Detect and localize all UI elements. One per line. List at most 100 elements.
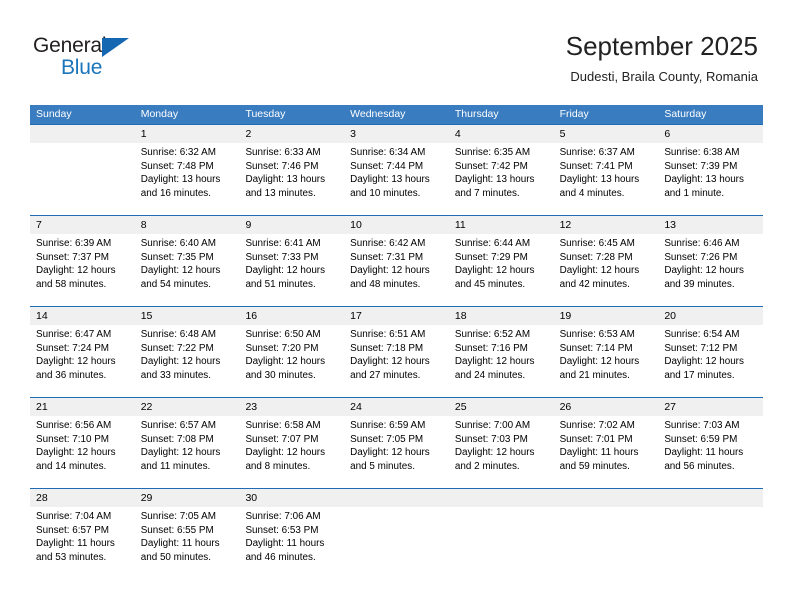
day-number[interactable]: 1 [135,125,240,143]
day-number[interactable]: 24 [344,398,449,416]
day-cell[interactable]: Sunrise: 6:51 AM Sunset: 7:18 PM Dayligh… [344,325,449,397]
week-date-numbers: 1 2 3 4 5 6 [30,125,763,143]
daylight-text-line1: Daylight: 11 hours [36,538,115,550]
day-cell[interactable]: Sunrise: 6:59 AM Sunset: 7:05 PM Dayligh… [344,416,449,488]
daylight-text-line2: and 56 minutes. [664,460,735,472]
day-number[interactable]: 10 [344,216,449,234]
day-cell[interactable] [344,507,449,579]
day-number[interactable]: 21 [30,398,135,416]
day-number[interactable]: 30 [239,489,344,507]
sunrise-text: Sunrise: 6:59 AM [350,420,426,431]
day-number[interactable]: 15 [135,307,240,325]
day-cell[interactable]: Sunrise: 7:04 AM Sunset: 6:57 PM Dayligh… [30,507,135,579]
sunrise-text: Sunrise: 7:04 AM [36,511,112,522]
day-number[interactable]: 28 [30,489,135,507]
day-cell[interactable]: Sunrise: 6:58 AM Sunset: 7:07 PM Dayligh… [239,416,344,488]
day-number[interactable]: 26 [554,398,659,416]
day-number[interactable]: 17 [344,307,449,325]
day-number[interactable]: 22 [135,398,240,416]
day-cell[interactable]: Sunrise: 6:56 AM Sunset: 7:10 PM Dayligh… [30,416,135,488]
day-number[interactable]: 14 [30,307,135,325]
day-cell[interactable]: Sunrise: 6:53 AM Sunset: 7:14 PM Dayligh… [554,325,659,397]
sunrise-text: Sunrise: 6:33 AM [245,147,321,158]
daylight-text-line1: Daylight: 12 hours [245,265,326,277]
day-cell[interactable]: Sunrise: 7:05 AM Sunset: 6:55 PM Dayligh… [135,507,240,579]
daylight-text-line1: Daylight: 12 hours [36,265,116,277]
day-cell[interactable]: Sunrise: 6:35 AM Sunset: 7:42 PM Dayligh… [449,143,554,215]
day-number[interactable] [30,125,135,143]
day-number[interactable]: 9 [239,216,344,234]
sunrise-text: Sunrise: 6:58 AM [245,420,321,431]
day-number[interactable]: 6 [658,125,763,143]
day-cell[interactable]: Sunrise: 6:34 AM Sunset: 7:44 PM Dayligh… [344,143,449,215]
day-number[interactable] [554,489,659,507]
day-number[interactable] [449,489,554,507]
sunrise-text: Sunrise: 6:34 AM [350,147,426,158]
day-cell[interactable]: Sunrise: 6:33 AM Sunset: 7:46 PM Dayligh… [239,143,344,215]
day-cell[interactable]: Sunrise: 6:39 AM Sunset: 7:37 PM Dayligh… [30,234,135,306]
daylight-text-line2: and 21 minutes. [559,369,630,381]
daylight-text-line2: and 42 minutes. [559,278,630,290]
day-cell[interactable]: Sunrise: 6:57 AM Sunset: 7:08 PM Dayligh… [135,416,240,488]
day-cell[interactable]: Sunrise: 7:06 AM Sunset: 6:53 PM Dayligh… [239,507,344,579]
day-cell[interactable]: Sunrise: 7:02 AM Sunset: 7:01 PM Dayligh… [554,416,659,488]
day-cell[interactable]: Sunrise: 6:44 AM Sunset: 7:29 PM Dayligh… [449,234,554,306]
day-number[interactable]: 29 [135,489,240,507]
day-number[interactable]: 16 [239,307,344,325]
weekday-header-saturday: Saturday [664,108,707,120]
day-number[interactable]: 13 [658,216,763,234]
daylight-text-line1: Daylight: 12 hours [140,447,221,459]
day-cell[interactable]: Sunrise: 6:50 AM Sunset: 7:20 PM Dayligh… [239,325,344,397]
title-block: September 2025 Dudesti, Braila County, R… [566,30,758,85]
day-cell[interactable] [449,507,554,579]
day-number[interactable]: 19 [554,307,659,325]
day-cell[interactable]: Sunrise: 6:37 AM Sunset: 7:41 PM Dayligh… [554,143,659,215]
day-cell[interactable]: Sunrise: 6:42 AM Sunset: 7:31 PM Dayligh… [344,234,449,306]
daylight-text-line2: and 17 minutes. [664,369,735,381]
day-number[interactable]: 11 [449,216,554,234]
day-cell[interactable]: Sunrise: 6:41 AM Sunset: 7:33 PM Dayligh… [239,234,344,306]
day-number[interactable]: 2 [239,125,344,143]
sunrise-text: Sunrise: 6:42 AM [350,238,426,249]
day-number[interactable]: 8 [135,216,240,234]
day-number[interactable]: 27 [658,398,763,416]
day-cell[interactable] [658,507,763,579]
day-cell[interactable]: Sunrise: 7:00 AM Sunset: 7:03 PM Dayligh… [449,416,554,488]
day-number[interactable]: 4 [449,125,554,143]
day-cell[interactable]: Sunrise: 6:38 AM Sunset: 7:39 PM Dayligh… [658,143,763,215]
day-cell[interactable] [30,143,135,215]
day-number[interactable]: 20 [658,307,763,325]
week-row: 14 15 16 17 18 19 20 Sunrise: 6:47 AM Su… [30,306,763,397]
day-number[interactable]: 18 [449,307,554,325]
day-cell[interactable] [554,507,659,579]
sunset-text: Sunset: 7:18 PM [350,342,424,354]
daylight-text-line2: and 53 minutes. [36,551,107,563]
sunset-text: Sunset: 7:42 PM [454,160,528,172]
daylight-text-line1: Daylight: 12 hours [245,356,326,368]
day-number[interactable]: 5 [554,125,659,143]
weekday-header-monday: Monday [140,108,179,120]
daylight-text-line2: and 51 minutes. [245,278,316,290]
day-cell[interactable]: Sunrise: 6:48 AM Sunset: 7:22 PM Dayligh… [135,325,240,397]
day-number[interactable]: 23 [239,398,344,416]
sunrise-text: Sunrise: 7:05 AM [140,511,216,522]
day-cell[interactable]: Sunrise: 6:54 AM Sunset: 7:12 PM Dayligh… [658,325,763,397]
day-number[interactable]: 25 [449,398,554,416]
day-number[interactable]: 3 [344,125,449,143]
day-number[interactable]: 12 [554,216,659,234]
day-cell[interactable]: Sunrise: 6:47 AM Sunset: 7:24 PM Dayligh… [30,325,135,397]
daylight-text-line2: and 59 minutes. [559,460,630,472]
daylight-text-line1: Daylight: 13 hours [559,174,640,186]
day-number[interactable] [658,489,763,507]
day-cell[interactable]: Sunrise: 6:46 AM Sunset: 7:26 PM Dayligh… [658,234,763,306]
day-cell[interactable]: Sunrise: 6:45 AM Sunset: 7:28 PM Dayligh… [554,234,659,306]
day-cell[interactable]: Sunrise: 6:40 AM Sunset: 7:35 PM Dayligh… [135,234,240,306]
day-cell[interactable]: Sunrise: 7:03 AM Sunset: 6:59 PM Dayligh… [658,416,763,488]
day-number[interactable] [344,489,449,507]
day-cell[interactable]: Sunrise: 6:52 AM Sunset: 7:16 PM Dayligh… [449,325,554,397]
sunrise-text: Sunrise: 7:03 AM [664,420,740,431]
general-blue-logo[interactable]: General Blue [33,34,253,84]
daylight-text-line2: and 13 minutes. [245,187,316,199]
day-number[interactable]: 7 [30,216,135,234]
day-cell[interactable]: Sunrise: 6:32 AM Sunset: 7:48 PM Dayligh… [135,143,240,215]
